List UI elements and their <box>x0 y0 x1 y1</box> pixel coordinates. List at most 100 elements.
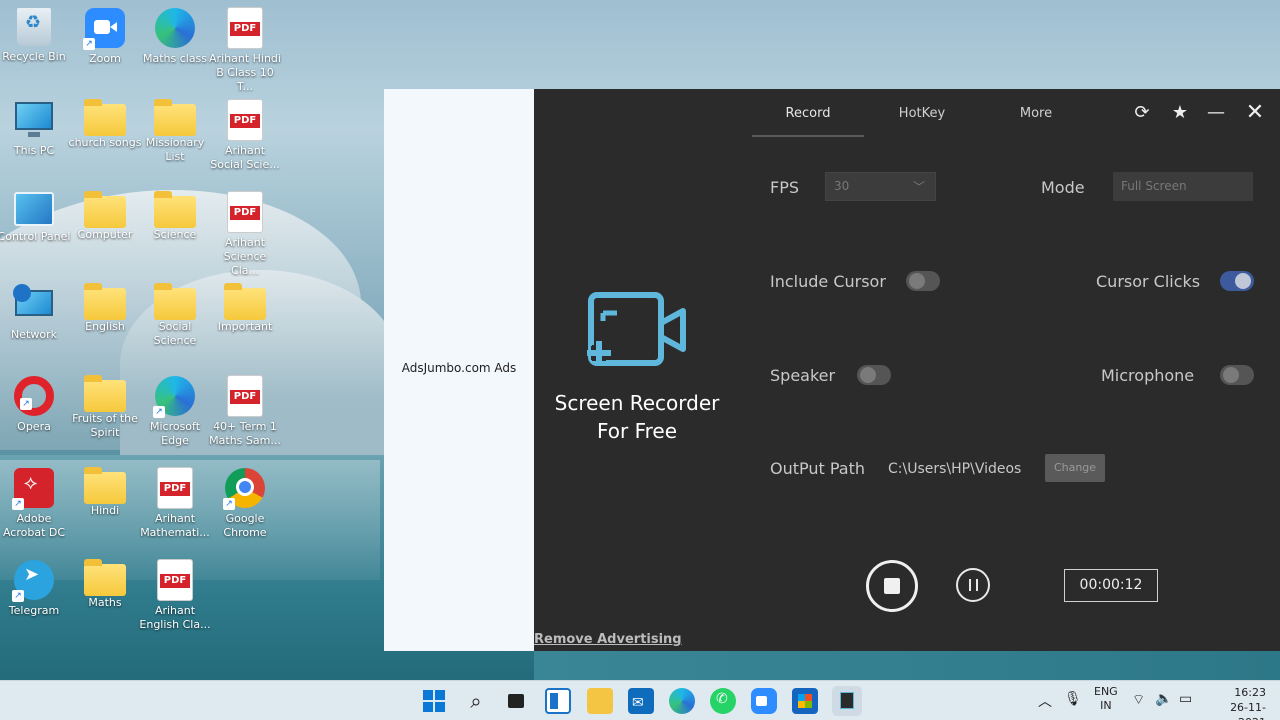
output-path-value: C:\Users\HP\Videos <box>888 461 1022 477</box>
windows-start-icon[interactable] <box>422 689 446 713</box>
mode-select[interactable]: Full Screen <box>1113 172 1253 201</box>
desktop-icon-this-pc[interactable]: This PC <box>0 100 71 158</box>
icon-label: Social Science <box>153 320 197 347</box>
cursor-clicks-label: Cursor Clicks <box>1096 272 1201 291</box>
chevron-up-icon[interactable]: ︿ <box>1038 691 1052 711</box>
zoom-icon[interactable] <box>751 688 777 714</box>
microphone-label: Microphone <box>1101 366 1195 385</box>
cursor-clicks-toggle[interactable] <box>1220 271 1254 291</box>
clock[interactable]: 16:23 26-11-2021 <box>1206 685 1266 720</box>
desktop-icon-microsoft-edge[interactable]: ↗ Microsoft Edge <box>138 376 212 448</box>
desktop-icon-missionary-list[interactable]: Missionary List <box>138 99 212 164</box>
desktop-icon-arihant-maths[interactable]: PDF Arihant Mathemati... <box>138 468 212 540</box>
pin-icon[interactable]: ⟳ <box>1128 101 1156 125</box>
desktop-icon-hindi[interactable]: Hindi <box>68 467 142 518</box>
speaker-toggle[interactable] <box>857 365 891 385</box>
notes-icon[interactable] <box>587 688 613 714</box>
store-icon[interactable] <box>792 688 818 714</box>
tab-hotkey[interactable]: HotKey <box>866 89 978 137</box>
icon-label: Maths <box>88 596 122 609</box>
wifi-icon[interactable]: ⌔ <box>1132 691 1145 709</box>
desktop-icon-arihant-english[interactable]: PDF Arihant English Cla... <box>138 560 212 632</box>
microphone-toggle[interactable] <box>1220 365 1254 385</box>
stop-icon <box>884 578 900 594</box>
microphone-icon[interactable]: 🎙 <box>1064 691 1082 707</box>
desktop-icon-google-chrome[interactable]: ↗ Google Chrome <box>208 468 282 540</box>
battery-icon[interactable]: ▭ <box>1179 691 1192 707</box>
folder-icon <box>84 467 126 504</box>
tab-record[interactable]: Record <box>752 89 864 137</box>
desktop-icon-network[interactable]: Network <box>0 284 71 342</box>
minimize-button[interactable]: — <box>1202 101 1230 125</box>
telegram-icon: ➤ ↗ <box>12 560 54 602</box>
language-indicator[interactable]: ENG IN <box>1094 685 1118 713</box>
folder-icon <box>154 283 196 320</box>
pause-icon <box>976 579 978 591</box>
desktop-icon-term1-maths[interactable]: PDF 40+ Term 1 Maths Sam... <box>208 376 282 448</box>
folder-icon <box>84 99 126 136</box>
desktop-icon-recycle-bin[interactable]: ♻ Recycle Bin <box>0 8 71 64</box>
icon-label: Important <box>217 320 273 333</box>
opera-icon: ↗ <box>14 376 54 416</box>
pdf-file-icon: PDF <box>158 560 192 600</box>
output-path-label: OutPut Path <box>770 459 866 478</box>
folder-icon <box>84 559 126 596</box>
edge-icon[interactable] <box>669 688 695 714</box>
icon-label: Adobe Acrobat DC <box>2 512 66 539</box>
icon-label: Arihant Social Scie... <box>210 144 280 171</box>
desktop-icon-control-panel[interactable]: Control Panel <box>0 192 71 244</box>
desktop-icon-arihant-science[interactable]: PDF Arihant Science Cla... <box>208 192 282 278</box>
pdf-file-icon: PDF <box>228 100 262 140</box>
recycle-bin-icon: ♻ <box>17 8 51 46</box>
toggle-knob <box>1223 367 1239 383</box>
ad-panel[interactable]: AdsJumbo.com Ads <box>384 89 534 651</box>
include-cursor-label: Include Cursor <box>770 272 886 291</box>
tab-more[interactable]: More <box>980 89 1092 137</box>
folder-icon <box>224 283 266 320</box>
clock-date: 26-11-2021 <box>1230 701 1266 720</box>
star-icon[interactable]: ★ <box>1166 101 1194 125</box>
fps-select[interactable]: 30 ﹀ <box>825 172 936 201</box>
icon-label: Science <box>153 228 197 241</box>
desktop-icon-maths-class[interactable]: Maths class <box>138 8 212 66</box>
desktop-icon-adobe-acrobat[interactable]: ⟡ ↗ Adobe Acrobat DC <box>0 468 71 540</box>
pdf-file-icon: PDF <box>228 192 262 232</box>
edge-icon <box>155 8 195 48</box>
desktop-icon-church-songs[interactable]: church songs <box>68 99 142 150</box>
remove-advertising-link[interactable]: Remove Advertising <box>534 632 682 647</box>
desktop-icon-social-science[interactable]: Social Science <box>138 283 212 348</box>
desktop-icon-maths[interactable]: Maths <box>68 559 142 610</box>
folder-icon <box>84 283 126 320</box>
desktop-icon-science[interactable]: Science <box>138 191 212 242</box>
volume-icon[interactable]: 🔈 <box>1155 691 1172 707</box>
tab-bar: Record HotKey More <box>752 89 1094 137</box>
widgets-icon[interactable] <box>545 688 571 714</box>
desktop-icon-arihant-social[interactable]: PDF Arihant Social Scie... <box>208 100 282 172</box>
screen-recorder-taskbar-icon[interactable] <box>832 686 862 716</box>
close-button[interactable]: ✕ <box>1241 101 1269 125</box>
task-view-icon[interactable] <box>503 688 529 714</box>
change-path-button[interactable]: Change <box>1045 454 1105 482</box>
desktop-icon-computer[interactable]: Computer <box>68 191 142 242</box>
zoom-icon: ↗ <box>83 8 125 50</box>
mail-icon[interactable]: ✉ <box>628 688 654 714</box>
network-icon <box>13 284 55 324</box>
desktop-icon-arihant-hindi[interactable]: PDF Arihant Hindi B Class 10 T... <box>208 8 282 94</box>
toggle-knob <box>860 367 876 383</box>
pause-button[interactable] <box>956 568 990 602</box>
region-code: IN <box>1100 699 1112 712</box>
desktop-icon-telegram[interactable]: ➤ ↗ Telegram <box>0 560 71 618</box>
video-camera-icon <box>587 292 686 366</box>
icon-label: Telegram <box>8 604 60 617</box>
desktop-icon-important[interactable]: Important <box>208 283 282 334</box>
mode-label: Mode <box>1041 178 1085 197</box>
stop-record-button[interactable] <box>866 560 918 612</box>
search-icon[interactable]: ⌕ <box>463 688 489 714</box>
chrome-icon: ↗ <box>223 468 265 510</box>
include-cursor-toggle[interactable] <box>906 271 940 291</box>
desktop-icon-fruits-spirit[interactable]: Fruits of the Spirit <box>68 375 142 440</box>
desktop-icon-zoom[interactable]: ↗ Zoom <box>68 8 142 66</box>
whatsapp-icon[interactable]: ✆ <box>710 688 736 714</box>
desktop-icon-english[interactable]: English <box>68 283 142 334</box>
desktop-icon-opera[interactable]: ↗ Opera <box>0 376 71 434</box>
